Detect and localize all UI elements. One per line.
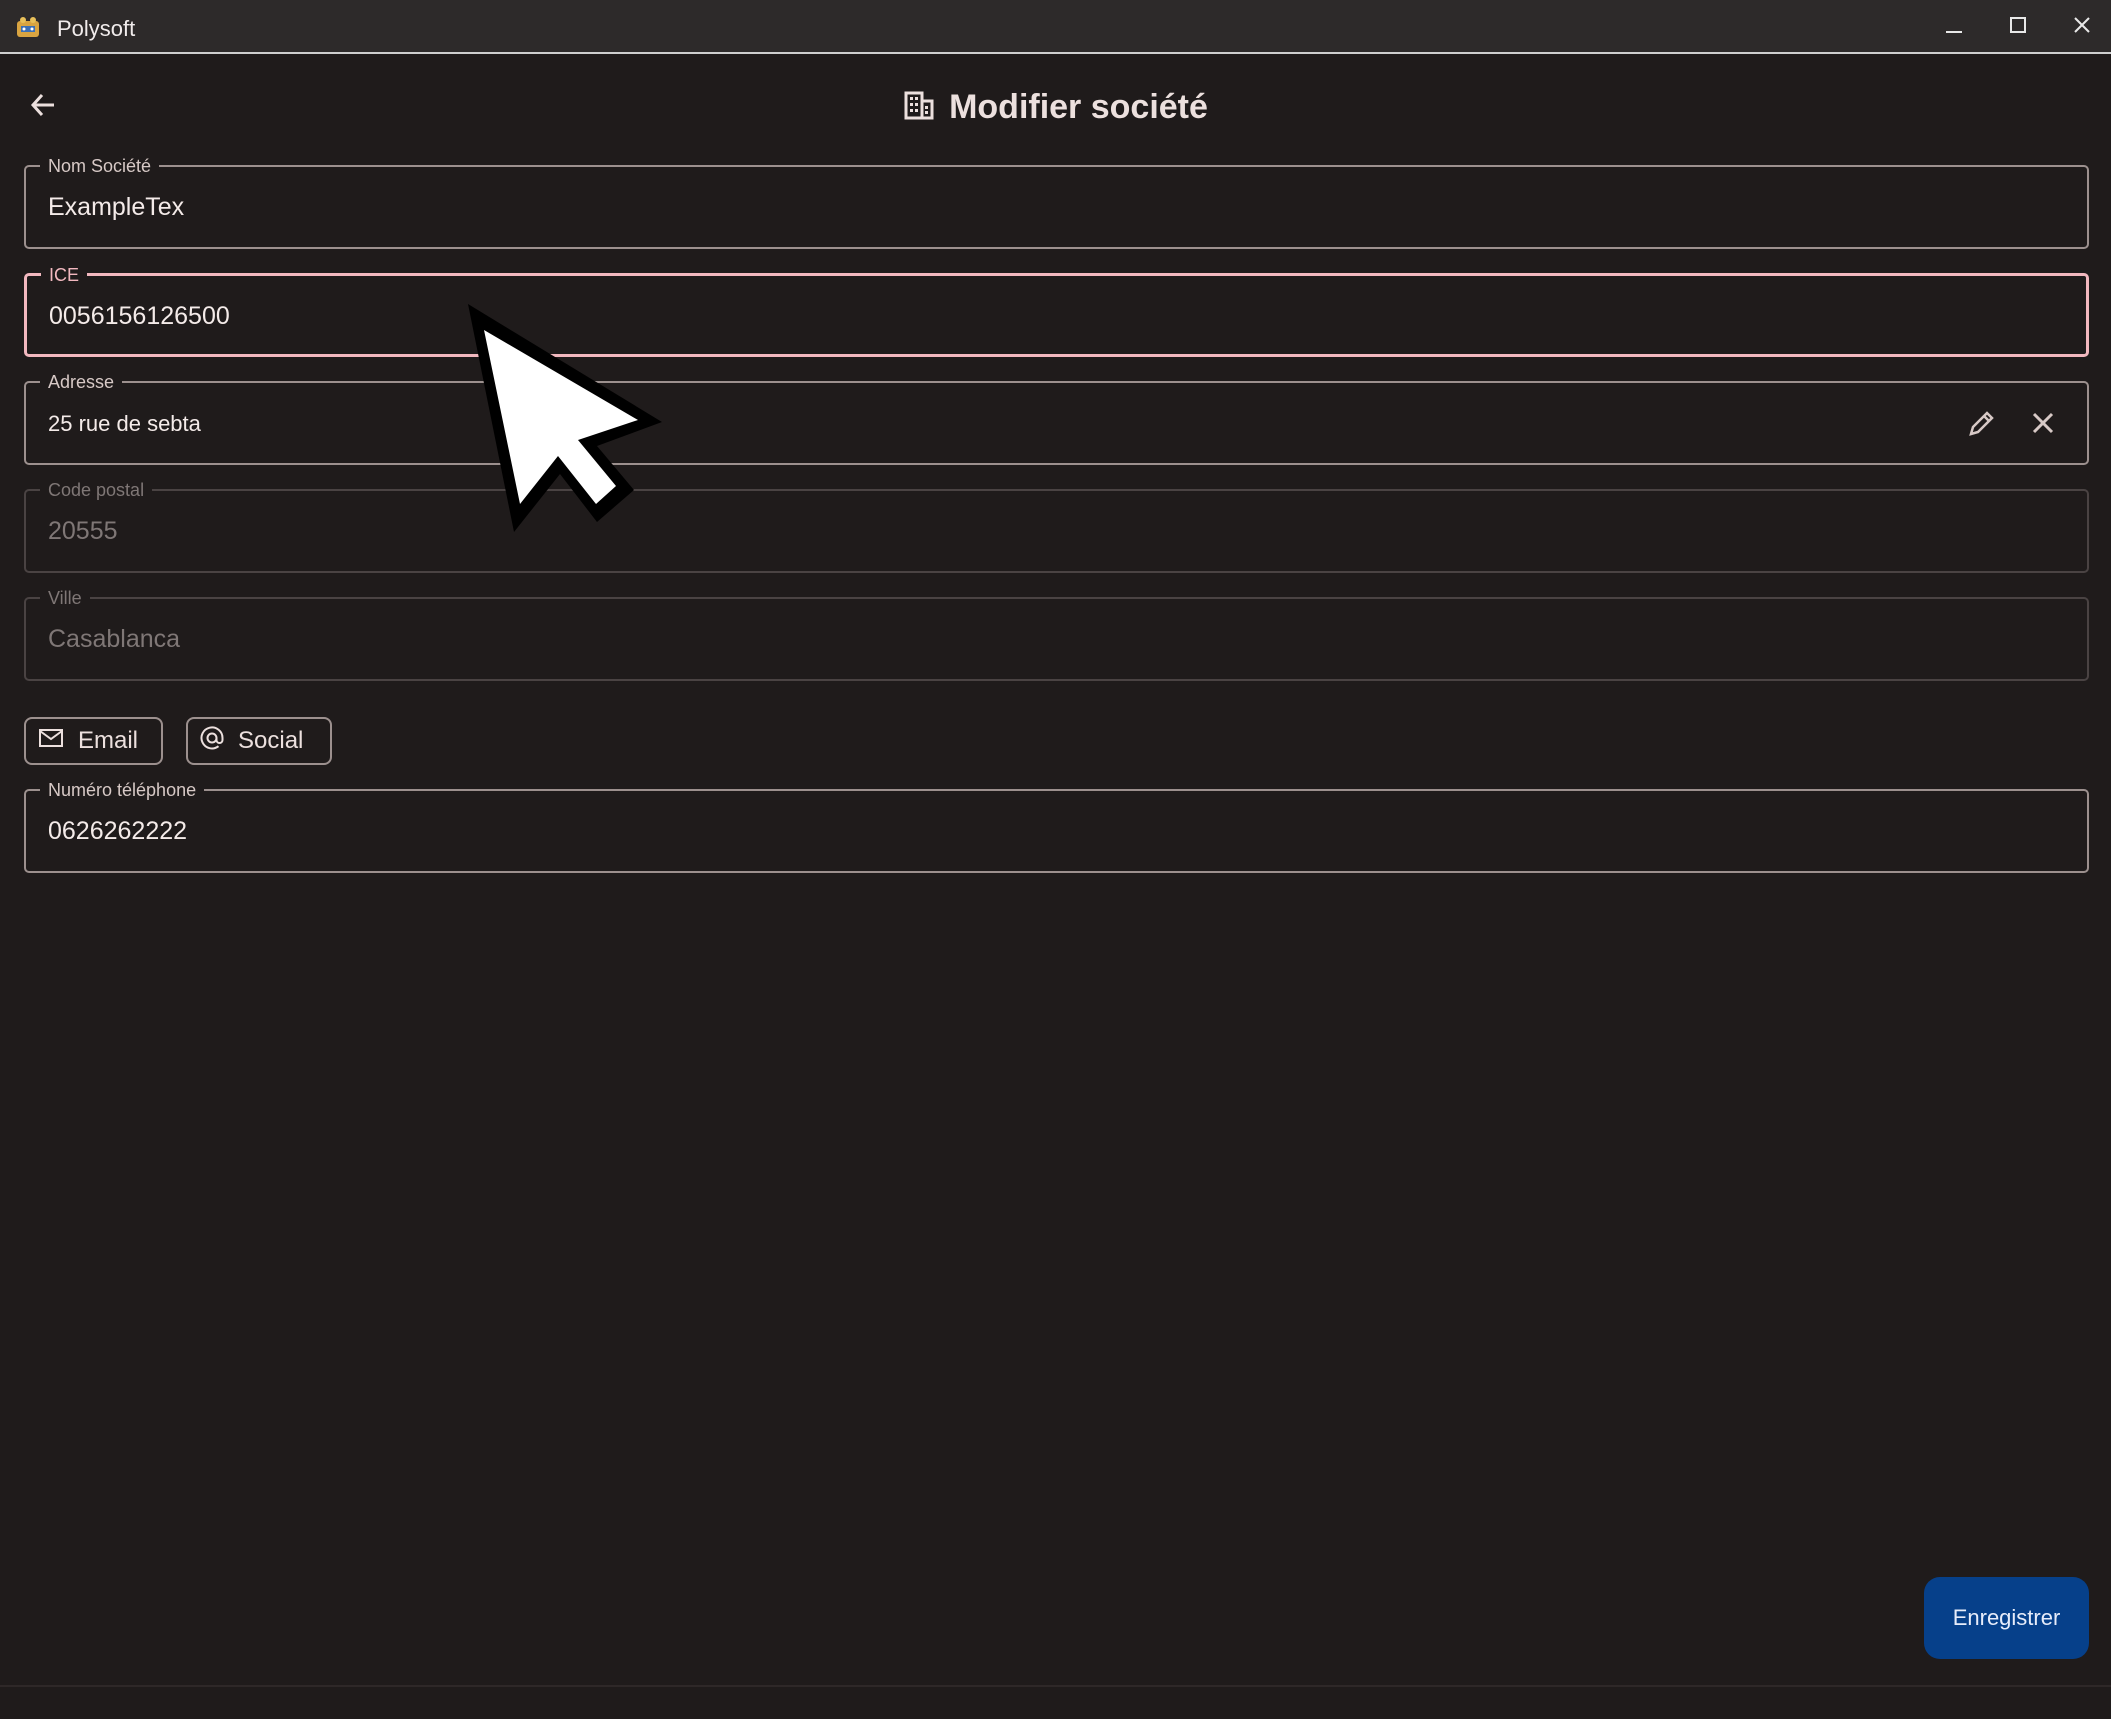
page-header: Modifier société	[0, 82, 2111, 132]
adresse-field[interactable]: Adresse 25 rue de sebta	[24, 371, 2089, 465]
code-postal-label: Code postal	[40, 479, 153, 501]
ice-value: 0056156126500	[49, 302, 230, 330]
building-icon	[903, 89, 935, 126]
nom-societe-label: Nom Société	[40, 155, 160, 177]
telephone-field[interactable]: Numéro téléphone 0626262222	[24, 779, 2089, 873]
minimize-icon	[1944, 15, 1964, 40]
save-button[interactable]: Enregistrer	[1924, 1577, 2089, 1659]
nom-societe-field[interactable]: Nom Société ExampleTex	[24, 155, 2089, 249]
telephone-label: Numéro téléphone	[40, 779, 205, 801]
clear-icon[interactable]	[2023, 403, 2063, 443]
telephone-value: 0626262222	[48, 817, 188, 845]
window-title: Polysoft	[57, 16, 136, 41]
bottom-divider	[0, 1685, 2111, 1687]
adresse-value: 25 rue de sebta	[48, 411, 201, 436]
code-postal-value: 20555	[48, 517, 118, 545]
ville-field: Ville Casablanca	[24, 587, 2089, 681]
minimize-button[interactable]	[1931, 8, 1977, 46]
ice-field[interactable]: ICE 0056156126500	[24, 264, 2089, 357]
maximize-button[interactable]	[1995, 8, 2041, 46]
at-sign-icon	[200, 725, 224, 757]
email-chip-label: Email	[78, 727, 139, 754]
close-window-button[interactable]	[2059, 8, 2105, 46]
social-chip[interactable]: Social	[186, 717, 332, 765]
adresse-label: Adresse	[40, 371, 123, 393]
ville-label: Ville	[40, 587, 90, 609]
window-titlebar: Polysoft	[0, 0, 2111, 54]
app-logo-icon	[14, 15, 42, 41]
maximize-icon	[2008, 15, 2028, 40]
nom-societe-value: ExampleTex	[48, 193, 185, 221]
close-icon	[2072, 15, 2092, 40]
mouse-cursor-icon	[468, 304, 662, 532]
code-postal-field: Code postal 20555	[24, 479, 2089, 573]
social-chip-label: Social	[238, 727, 304, 754]
ice-label: ICE	[41, 264, 88, 286]
email-chip[interactable]: Email	[24, 717, 163, 765]
pencil-icon[interactable]	[1962, 403, 2002, 443]
ville-value: Casablanca	[48, 625, 181, 653]
mail-icon	[38, 727, 64, 756]
page-title: Modifier société	[949, 87, 1208, 126]
